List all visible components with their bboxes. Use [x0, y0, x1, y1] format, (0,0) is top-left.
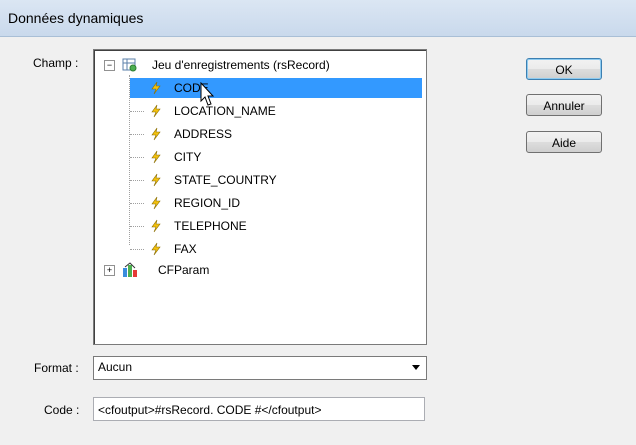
- tree-field-item[interactable]: ADDRESS: [134, 124, 422, 144]
- tree-field-item[interactable]: TELEPHONE: [134, 216, 422, 236]
- lightning-bolt-icon: [151, 196, 161, 210]
- tree-field-item[interactable]: REGION_ID: [134, 193, 422, 213]
- tree-field-item[interactable]: LOCATION_NAME: [134, 101, 422, 121]
- lightning-bolt-icon: [151, 81, 161, 95]
- lightning-bolt-icon: [151, 242, 161, 256]
- server-variables-icon: [123, 262, 137, 277]
- tree-root-label: Jeu d'enregistrements (rsRecord): [152, 58, 330, 72]
- lightning-bolt-icon: [151, 104, 161, 118]
- tree-field-label: ADDRESS: [174, 127, 233, 141]
- code-label: Code :: [44, 403, 80, 417]
- tree-field-label: STATE_COUNTRY: [174, 173, 277, 187]
- lightning-bolt-icon: [151, 150, 161, 164]
- tree-field-label: CITY: [174, 150, 202, 164]
- expand-icon[interactable]: +: [104, 265, 115, 276]
- format-select-value: Aucun: [98, 360, 133, 374]
- tree-connector: [129, 75, 130, 245]
- title-bar: Données dynamiques: [0, 0, 636, 37]
- lightning-bolt-icon: [151, 219, 161, 233]
- recordset-icon: [122, 58, 137, 72]
- ok-button[interactable]: OK: [526, 58, 602, 80]
- help-button[interactable]: Aide: [526, 131, 602, 153]
- tree-field-label: REGION_ID: [174, 196, 241, 210]
- tree-field-item[interactable]: FAX: [134, 239, 422, 259]
- tree-field-label: LOCATION_NAME: [174, 104, 276, 118]
- tree-field-item[interactable]: CODE: [130, 78, 422, 98]
- format-select[interactable]: Aucun: [93, 356, 427, 380]
- mouse-cursor-icon: [200, 82, 215, 106]
- code-field[interactable]: <cfoutput>#rsRecord. CODE #</cfoutput>: [93, 397, 425, 421]
- tree-field-item[interactable]: CITY: [134, 147, 422, 167]
- format-label: Format :: [34, 361, 79, 375]
- field-label: Champ :: [33, 56, 79, 70]
- lightning-bolt-icon: [151, 127, 161, 141]
- lightning-bolt-icon: [151, 173, 161, 187]
- cancel-button[interactable]: Annuler: [526, 94, 602, 116]
- window-title: Données dynamiques: [8, 10, 144, 26]
- tree-field-label: FAX: [174, 242, 197, 256]
- tree-field-item[interactable]: STATE_COUNTRY: [134, 170, 422, 190]
- chevron-down-icon[interactable]: [412, 365, 420, 370]
- tree-field-label: TELEPHONE: [174, 219, 247, 233]
- field-tree[interactable]: − Jeu d'enregistrements (rsRecord) CODE L…: [93, 49, 427, 345]
- collapse-icon[interactable]: −: [104, 60, 115, 71]
- tree-root-label: CFParam: [158, 263, 210, 277]
